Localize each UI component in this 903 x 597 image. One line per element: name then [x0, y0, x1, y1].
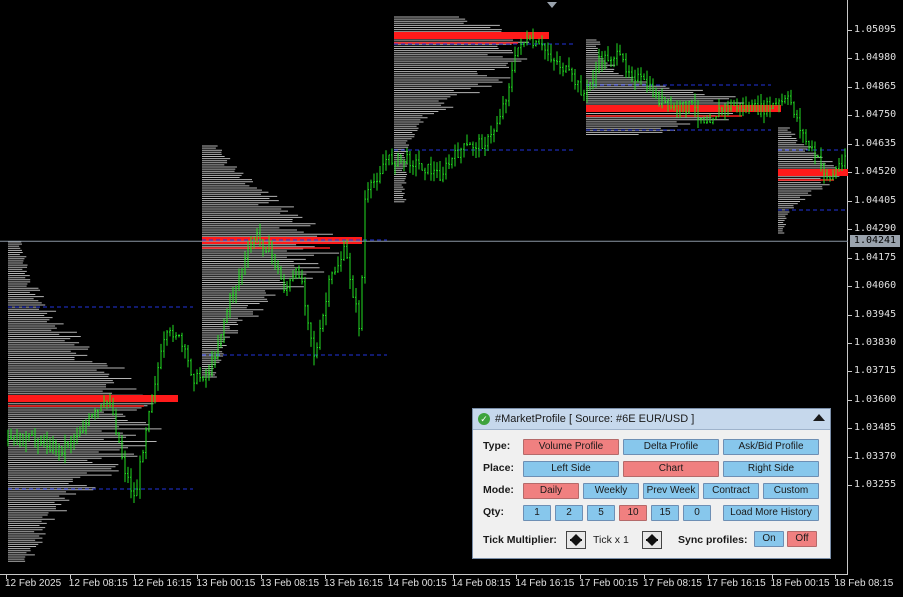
market-profile-logo-icon: ✓ [478, 413, 490, 425]
price-label: 1.04290 [854, 223, 897, 235]
time-label: 13 Feb 16:15 [324, 578, 383, 589]
price-tick [848, 371, 852, 373]
price-label: 1.04060 [854, 280, 897, 292]
type-row-label: Type: [483, 440, 511, 452]
collapse-up-icon[interactable] [813, 414, 825, 421]
mode-daily-button[interactable]: Daily [523, 483, 579, 499]
price-tick [848, 399, 852, 401]
price-tick [848, 143, 852, 145]
type-volume-profile-button[interactable]: Volume Profile [523, 439, 619, 455]
market-profile-panel[interactable]: ✓ #MarketProfile [ Source: #6E EUR/USD ]… [472, 408, 831, 559]
mode-weekly-button[interactable]: Weekly [583, 483, 639, 499]
price-tick [848, 428, 852, 430]
price-label: 1.03370 [854, 450, 897, 462]
price-tick [848, 456, 852, 458]
qty-1-button[interactable]: 1 [523, 505, 551, 521]
price-tick [848, 485, 852, 487]
price-label: 1.03600 [854, 393, 897, 405]
qty-2-button[interactable]: 2 [555, 505, 583, 521]
panel-header[interactable]: ✓ #MarketProfile [ Source: #6E EUR/USD ] [473, 409, 830, 430]
price-label: 1.04635 [854, 137, 897, 149]
tick-increase-spinner-icon[interactable] [642, 531, 662, 549]
time-label: 17 Feb 08:15 [643, 578, 702, 589]
sync-on-button[interactable]: On [754, 531, 784, 547]
place-chart-button[interactable]: Chart [623, 461, 719, 477]
sync-off-button[interactable]: Off [787, 531, 817, 547]
price-tick [848, 229, 852, 231]
time-label: 12 Feb 2025 [5, 578, 62, 589]
qty-0-button[interactable]: 0 [683, 505, 711, 521]
price-axis: 1.04241 1.05095 1.04980 1.04865 1.04750 1.04… [848, 0, 903, 575]
price-label: 1.04405 [854, 194, 897, 206]
price-label: 1.04750 [854, 109, 897, 121]
place-left-side-button[interactable]: Left Side [523, 461, 619, 477]
price-tick [848, 86, 852, 88]
price-tick [848, 200, 852, 202]
mode-custom-button[interactable]: Custom [763, 483, 819, 499]
price-label: 1.03945 [854, 308, 897, 320]
tick-decrease-spinner-icon[interactable] [566, 531, 586, 549]
time-label: 18 Feb 08:15 [834, 578, 894, 589]
price-label: 1.04865 [854, 80, 897, 92]
qty-5-button[interactable]: 5 [587, 505, 615, 521]
time-label: 17 Feb 00:15 [579, 578, 639, 589]
price-tick [848, 286, 852, 288]
price-label: 1.03715 [854, 365, 897, 377]
price-tick [848, 115, 852, 117]
type-ask-bid-profile-button[interactable]: Ask/Bid Profile [723, 439, 819, 455]
poc-bar [394, 32, 549, 39]
time-label: 14 Feb 08:15 [451, 578, 511, 589]
price-label: 1.03830 [854, 336, 897, 348]
price-tick [848, 172, 852, 174]
panel-title: #MarketProfile [ Source: #6E EUR/USD ] [495, 413, 695, 425]
time-label: 14 Feb 16:15 [515, 578, 575, 589]
price-tick [848, 58, 852, 60]
time-label: 12 Feb 16:15 [132, 578, 192, 589]
qty-row-label: Qty: [483, 506, 504, 518]
type-delta-profile-button[interactable]: Delta Profile [623, 439, 719, 455]
time-label: 13 Feb 08:15 [260, 578, 320, 589]
price-tick [848, 342, 852, 344]
poc-bar [778, 169, 848, 176]
price-label: 1.04175 [854, 251, 897, 263]
price-label: 1.04520 [854, 166, 897, 178]
tick-multiplier-label: Tick Multiplier: [483, 534, 557, 546]
time-label: 12 Feb 08:15 [68, 578, 128, 589]
price-label: 1.05095 [854, 24, 897, 35]
place-row-label: Place: [483, 462, 514, 474]
qty-10-button[interactable]: 10 [619, 505, 647, 521]
price-label: 1.03485 [854, 422, 897, 434]
time-label: 13 Feb 00:15 [196, 578, 256, 589]
price-label: 1.04980 [854, 52, 897, 64]
mode-contract-button[interactable]: Contract [703, 483, 759, 499]
price-tick [848, 30, 852, 31]
place-right-side-button[interactable]: Right Side [723, 461, 819, 477]
time-axis: 12 Feb 2025 12 Feb 08:15 12 Feb 16:15 13 Fe… [0, 575, 903, 597]
time-label: 17 Feb 16:15 [706, 578, 766, 589]
price-label: 1.03255 [854, 479, 897, 491]
price-tick [848, 314, 852, 316]
qty-15-button[interactable]: 15 [651, 505, 679, 521]
price-tick [848, 257, 852, 259]
mode-prev-week-button[interactable]: Prev Week [643, 483, 699, 499]
tick-multiplier-value: Tick x 1 [593, 534, 629, 546]
sync-profiles-label: Sync profiles: [678, 534, 748, 546]
time-label: 14 Feb 00:15 [387, 578, 447, 589]
load-more-history-button[interactable]: Load More History [723, 505, 819, 521]
current-price-label: 1.04241 [850, 235, 900, 248]
time-label: 18 Feb 00:15 [770, 578, 830, 589]
chart-shift-marker-icon[interactable] [547, 2, 557, 8]
mode-row-label: Mode: [483, 484, 514, 496]
